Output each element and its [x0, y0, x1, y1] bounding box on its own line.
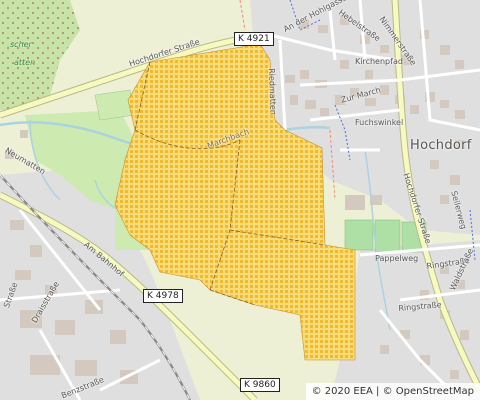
- road-shield-k4921: K 4921: [234, 32, 274, 46]
- map-base-layer: [0, 0, 480, 400]
- road-shield-k9860: K 9860: [240, 378, 280, 392]
- attribution-eea: © 2020 EEA: [311, 386, 373, 397]
- road-shield-k4978: K 4978: [143, 289, 183, 303]
- attribution-osm-link[interactable]: © OpenStreetMap: [383, 386, 474, 397]
- attribution-separator: |: [376, 386, 380, 397]
- map-attribution: © 2020 EEA | © OpenStreetMap: [305, 383, 480, 400]
- map-viewport[interactable]: K 4921 K 4978 K 9860 Hochdorfer Straße A…: [0, 0, 480, 400]
